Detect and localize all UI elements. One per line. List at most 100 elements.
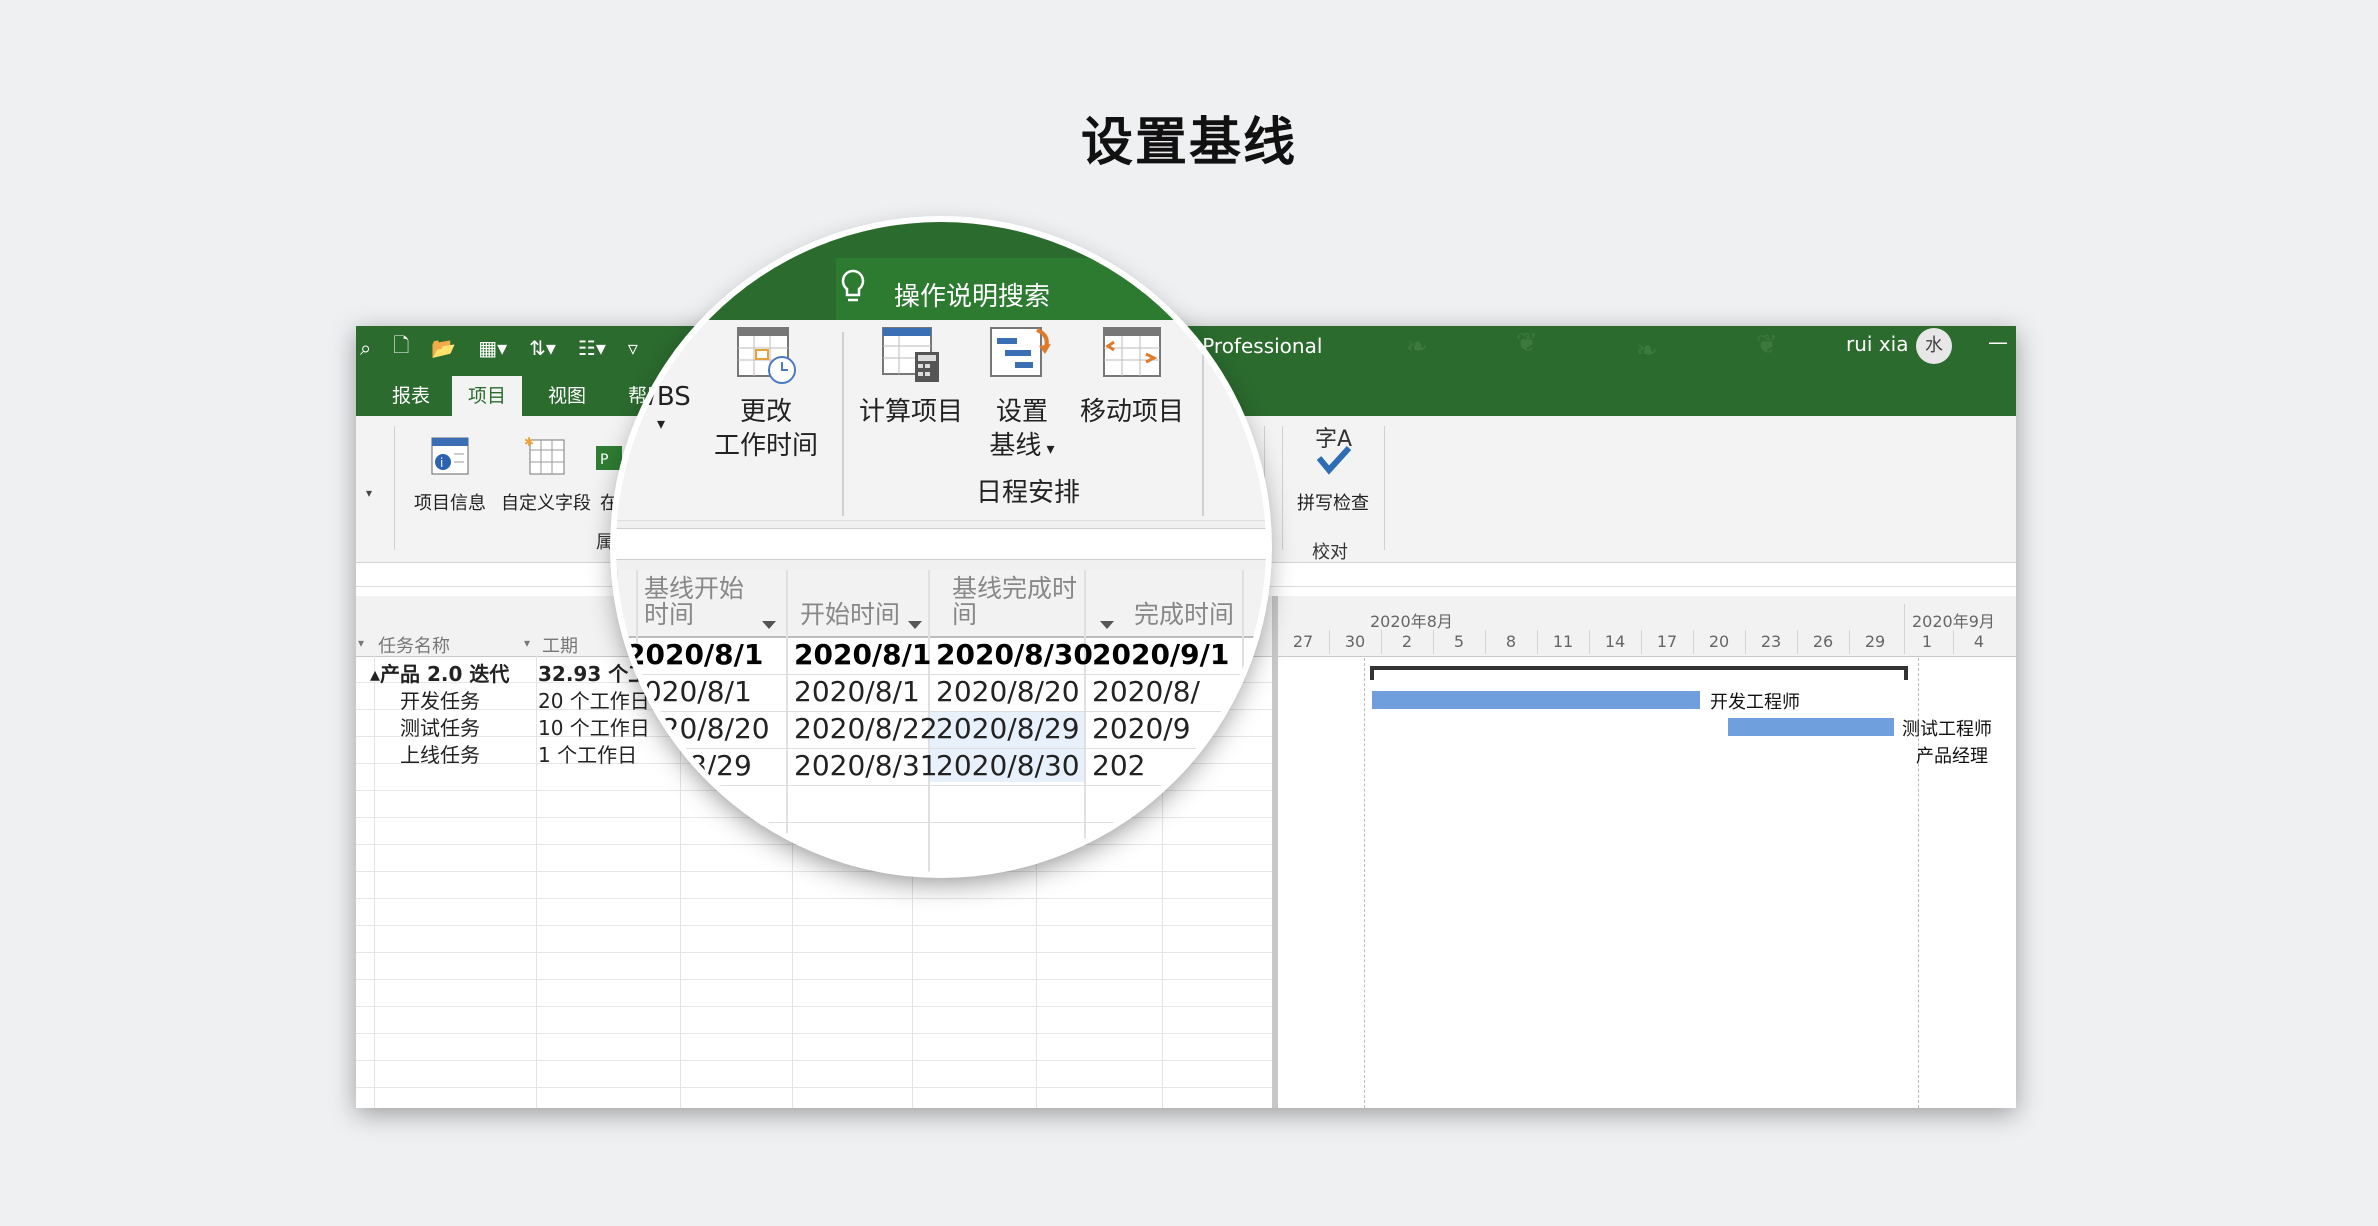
header-baseline-finish[interactable]: 基线完成时 间 — [952, 576, 1077, 628]
task-name[interactable]: 测试任务 — [400, 712, 480, 741]
baseline-finish-cell[interactable]: 2020/8/20 — [936, 675, 1080, 708]
baseline-start-cell[interactable]: 2020/8/1 — [626, 675, 752, 708]
change-working-time-button[interactable]: 更改 工作时间 — [706, 322, 826, 463]
finish-cell[interactable]: 2020/8/ — [1092, 675, 1200, 708]
task-name[interactable]: 开发任务 — [400, 685, 480, 714]
baseline-start-cell[interactable]: 020/8/29 — [626, 749, 752, 782]
new-file-icon[interactable]: 🗋 — [393, 331, 409, 365]
proofing-group-label: 校对 — [1312, 542, 1348, 563]
lens-entry-field[interactable] — [616, 528, 1266, 560]
set-baseline-button[interactable]: 设置 基线 ▾ — [980, 322, 1064, 466]
wbs-label: WBS — [631, 382, 691, 412]
gantt-chart: 2020年8月 2020年9月 27 30 2 5 8 11 14 17 20 … — [1278, 596, 2016, 1108]
timescale-day: 2 — [1401, 632, 1413, 651]
column-divider — [1084, 570, 1086, 872]
calendar-clock-icon — [737, 327, 796, 384]
chevron-down-icon[interactable]: ▾ — [358, 636, 364, 650]
wbs-button[interactable]: WBS ▾ — [616, 380, 706, 434]
tab-view[interactable]: 视图 — [532, 376, 602, 416]
chevron-down-icon: ▾ — [656, 414, 666, 433]
day-divider — [1745, 630, 1746, 654]
header-baseline-start[interactable]: 基线开始 时间 — [644, 576, 744, 628]
header-baseline-start-2: 时间 — [644, 600, 695, 629]
change-time-label-2: 工作时间 — [713, 431, 818, 461]
spell-check-icon: 字A — [1315, 427, 1352, 475]
print-preview-icon[interactable]: ⌕ — [360, 336, 371, 360]
timescale-day: 8 — [1505, 632, 1517, 651]
sort-icon[interactable]: ⇅▾ — [529, 336, 556, 360]
header-task-name[interactable]: 任务名称 — [378, 632, 450, 658]
row-divider — [356, 1006, 1276, 1007]
project-info-button[interactable]: i 项目信息 — [408, 434, 492, 515]
svg-text:P: P — [600, 452, 608, 468]
timescale-day: 26 — [1812, 632, 1834, 651]
chevron-down-icon[interactable] — [762, 608, 776, 634]
open-folder-icon[interactable]: 📂 — [431, 336, 456, 360]
project-info-label: 项目信息 — [414, 493, 486, 514]
finish-cell[interactable]: 2020/9 — [1092, 712, 1191, 745]
finish-cell[interactable]: 202 — [1092, 749, 1145, 782]
baseline-start-cell[interactable]: 2020/8/20 — [626, 712, 770, 745]
timescale-day: 17 — [1656, 632, 1678, 651]
timescale-day: 14 — [1604, 632, 1626, 651]
table-row[interactable]: ▴产品 2.0 迭代 — [370, 658, 509, 687]
day-divider — [1537, 630, 1538, 654]
timescale-day: 4 — [1973, 632, 1985, 651]
set-baseline-label-2: 基线 — [989, 431, 1042, 461]
spell-check-button[interactable]: 字A 拼写检查 — [1288, 426, 1378, 515]
baseline-finish-cell[interactable]: 2020/8/30 — [936, 749, 1080, 782]
svg-text:✱: ✱ — [524, 435, 534, 449]
header-start[interactable]: 开始时间 — [800, 602, 900, 628]
search-placeholder: 操作说明搜索 — [894, 282, 1051, 312]
task-bar-test[interactable] — [1728, 718, 1894, 736]
header-duration[interactable]: 工期 — [542, 632, 578, 658]
chevron-down-icon[interactable]: ▾ — [366, 486, 372, 500]
timescale-day: 30 — [1344, 632, 1366, 651]
summary-bar[interactable] — [1370, 666, 1908, 670]
start-cell[interactable]: 2020/8/1 — [794, 638, 931, 671]
schedule-group-label: 日程安排 — [976, 478, 1081, 508]
header-finish[interactable]: 完成时间 — [1134, 602, 1234, 628]
task-name[interactable]: 上线任务 — [400, 739, 480, 768]
chevron-down-icon[interactable] — [908, 608, 922, 634]
chevron-down-icon[interactable] — [1100, 608, 1114, 634]
baseline-finish-cell[interactable]: 2020/8/29 — [936, 712, 1080, 745]
start-cell[interactable]: 2020/8/31 — [794, 749, 938, 782]
set-baseline-label-1: 设置 — [995, 397, 1048, 427]
resource-label: 开发工程师 — [1710, 692, 1800, 713]
custom-fields-label: 自定义字段 — [501, 493, 591, 514]
custom-fields-button[interactable]: ✱ 自定义字段 — [496, 434, 596, 515]
row-divider — [356, 1033, 1276, 1034]
minimize-button[interactable]: — — [1988, 330, 2008, 354]
day-divider — [1381, 630, 1382, 654]
calculate-project-button[interactable]: 计算项目 — [852, 322, 970, 429]
magnifier-lens: 操作说明搜索 WBS ▾ 更改 工作时间 计算项目 设置 基线 ▾ 移动项目 日… — [616, 222, 1266, 872]
avatar[interactable]: 水 — [1916, 328, 1952, 364]
tab-project[interactable]: 项目 — [452, 376, 523, 416]
table-view-icon[interactable]: ▦▾ — [478, 336, 507, 360]
baseline-finish-cell[interactable]: 2020/8/30 — [936, 638, 1093, 671]
task-duration[interactable]: 1 个工作日 — [538, 739, 637, 768]
start-cell[interactable]: 2020/8/1 — [794, 675, 920, 708]
task-bar-dev[interactable] — [1372, 691, 1700, 709]
change-time-label-1: 更改 — [739, 397, 792, 427]
day-divider — [1485, 630, 1486, 654]
start-cell[interactable]: 2020/8/22 — [794, 712, 938, 745]
timescale-day: 5 — [1453, 632, 1465, 651]
baseline-start-cell[interactable]: 2020/8/1 — [626, 638, 763, 671]
user-name[interactable]: rui xia — [1846, 332, 1908, 356]
chevron-down-icon[interactable]: ▾ — [524, 636, 530, 650]
row-divider — [356, 952, 1276, 953]
ribbon-separator — [1282, 426, 1283, 550]
spell-check-label: 拼写检查 — [1297, 493, 1369, 514]
row-divider — [616, 822, 1266, 823]
move-project-button[interactable]: 移动项目 — [1072, 322, 1192, 429]
column-divider — [1242, 570, 1244, 872]
timescale-day: 11 — [1552, 632, 1574, 651]
svg-text:i: i — [440, 456, 443, 470]
tab-report[interactable]: 报表 — [376, 376, 446, 416]
finish-cell[interactable]: 2020/9/1 — [1092, 638, 1229, 671]
task-name: 产品 2.0 迭代 — [380, 662, 510, 686]
day-divider — [1693, 630, 1694, 654]
outline-icon[interactable]: ☷▾ — [578, 336, 606, 360]
